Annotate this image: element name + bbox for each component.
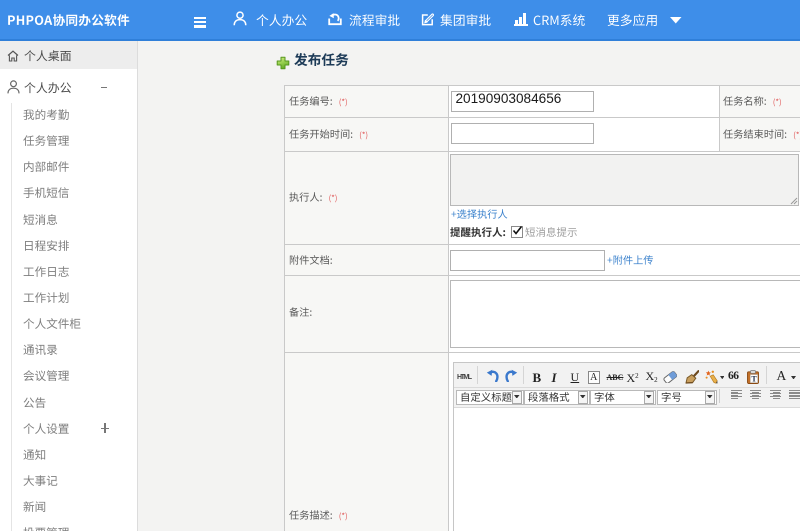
svg-text:HTML: HTML <box>457 374 473 380</box>
svg-text:T: T <box>751 374 757 383</box>
